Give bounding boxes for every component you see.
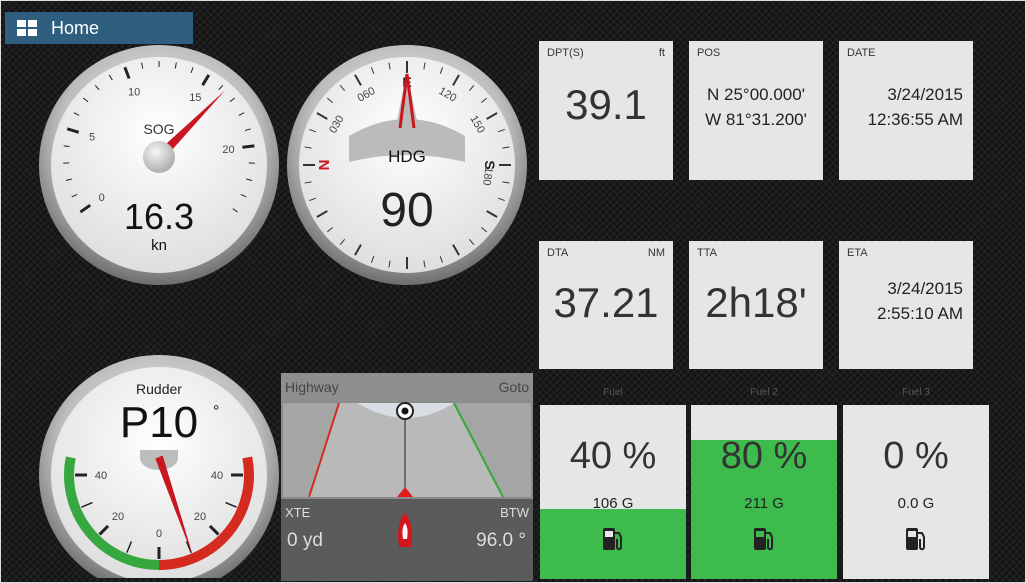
home-bar[interactable]: Home: [5, 12, 193, 44]
btw-label: BTW: [500, 505, 530, 520]
rudder-title: Rudder: [136, 381, 182, 397]
fuel-3-gallons: 0.0 G: [897, 495, 935, 512]
sog-unit: kn: [151, 237, 167, 254]
date-date: 3/24/2015: [887, 85, 963, 104]
pos-label: POS: [697, 47, 721, 59]
xte-label: XTE: [285, 505, 311, 520]
xte-value: 0 yd: [287, 530, 323, 551]
sog-tick: [63, 145, 70, 148]
dta-value: 37.21: [553, 279, 659, 326]
highway-title: Highway: [285, 379, 339, 395]
fuel-2-title: Fuel 2: [750, 387, 778, 398]
dpt-label: DPT(S): [547, 47, 584, 59]
tile-date[interactable]: DATE 3/24/2015 12:36:55 AM: [839, 41, 973, 180]
tta-value: 2h18': [705, 279, 807, 326]
tile-dta[interactable]: DTA NM 37.21: [539, 241, 673, 369]
hdg-compass-label: N: [316, 160, 333, 171]
dpt-unit: ft: [658, 47, 665, 59]
sog-scale-label: 0: [99, 192, 105, 204]
tile-tta[interactable]: TTA 2h18': [689, 241, 823, 369]
dta-label: DTA: [547, 247, 569, 259]
sog-scale-label: 15: [189, 92, 201, 104]
fuel-3-title: Fuel 3: [902, 387, 930, 398]
hdg-gauge: N030060E120150S180 HDG 90: [287, 45, 527, 285]
hdg-compass-label: 180: [480, 166, 494, 186]
tile-pos[interactable]: POS N 25°00.000' W 81°31.200': [689, 41, 823, 180]
home-grid-icon[interactable]: [17, 20, 37, 36]
sog-gauge: 0 5 10 15 20 SOG 16.3 kn: [39, 45, 279, 285]
fuel-pump-icon: [906, 528, 925, 551]
tile-eta[interactable]: ETA 3/24/2015 2:55:10 AM: [839, 241, 973, 369]
fuel-tile-1[interactable]: Fuel 40 % 106 G: [540, 387, 686, 579]
date-label: DATE: [847, 47, 876, 59]
date-time: 12:36:55 AM: [867, 110, 963, 129]
fuel-tile-2[interactable]: Fuel 2 80 % 211 G: [691, 387, 837, 579]
rudder-scale-label: 40: [95, 470, 107, 482]
fuel-1-title: Fuel: [603, 387, 623, 398]
fuel-1-percent: 40 %: [569, 435, 657, 477]
home-label: Home: [51, 17, 100, 38]
rudder-scale-label: 20: [112, 511, 124, 523]
eta-time: 2:55:10 AM: [876, 304, 963, 323]
btw-value: 96.0 °: [476, 530, 526, 551]
sog-title: SOG: [143, 121, 174, 137]
hdg-value: 90: [380, 184, 433, 237]
rudder-scale-label: 40: [211, 470, 223, 482]
fuel-3-percent: 0 %: [883, 435, 949, 477]
rudder-scale-label: 20: [194, 511, 206, 523]
dta-unit: NM: [647, 247, 665, 259]
sog-hub: [143, 141, 175, 173]
tta-label: TTA: [697, 247, 717, 259]
rudder-degree: °: [213, 403, 219, 420]
fuel-pump-icon: [603, 528, 622, 551]
dpt-value: 39.1: [565, 81, 647, 128]
fuel-tile-3[interactable]: Fuel 3 0 % 0.0 G: [843, 387, 989, 579]
fuel-2-gallons: 211 G: [744, 495, 784, 512]
sog-scale-label: 20: [222, 144, 234, 156]
sog-value: 16.3: [124, 196, 194, 237]
rudder-value: P10: [120, 398, 198, 447]
pos-lon: W 81°31.200': [705, 110, 807, 129]
sog-scale-label: 10: [128, 87, 140, 99]
fuel-2-percent: 80 %: [720, 435, 808, 477]
highway-panel[interactable]: Highway Goto XTE BTW 0 yd 96.0 °: [281, 373, 533, 581]
tile-dpt[interactable]: DPT(S) ft 39.1: [539, 41, 673, 180]
highway-mode: Goto: [499, 379, 530, 395]
hdg-title: HDG: [388, 147, 426, 166]
eta-label: ETA: [847, 247, 868, 259]
sog-scale-label: 5: [89, 131, 95, 143]
sog-tick: [242, 144, 255, 149]
fuel-1-gallons: 106 G: [592, 495, 634, 512]
fuel-pump-icon: [754, 528, 773, 551]
pos-lat: N 25°00.000': [707, 85, 805, 104]
rudder-gauge: 40 20 0 20 40 Rudder P10 °: [39, 355, 279, 578]
eta-date: 3/24/2015: [887, 279, 963, 298]
rudder-scale-label: 0: [156, 528, 162, 540]
